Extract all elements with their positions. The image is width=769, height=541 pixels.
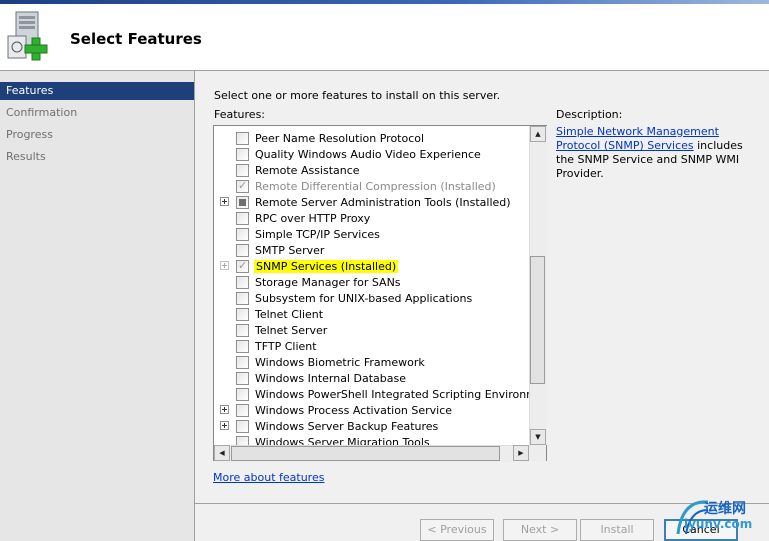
- feature-checkbox[interactable]: [236, 244, 249, 257]
- scroll-up-button[interactable]: ▲: [530, 126, 546, 142]
- features-tree[interactable]: Peer Name Resolution Protocol Quality Win…: [213, 125, 547, 461]
- description-label: Description:: [556, 108, 623, 121]
- wizard-nav: Features Confirmation Progress Results: [0, 71, 195, 541]
- feature-label: Remote Server Administration Tools (Inst…: [255, 196, 511, 209]
- feature-label: Remote Differential Compression (Install…: [255, 180, 496, 193]
- feature-checkbox[interactable]: [236, 148, 249, 161]
- instruction-text: Select one or more features to install o…: [214, 89, 501, 102]
- feature-checkbox[interactable]: [236, 259, 249, 273]
- feature-row[interactable]: Remote Differential Compression (Install…: [214, 178, 530, 194]
- feature-label: Quality Windows Audio Video Experience: [255, 148, 481, 161]
- feature-checkbox[interactable]: [236, 404, 249, 417]
- feature-checkbox[interactable]: [236, 212, 249, 225]
- feature-label: Windows Server Backup Features: [255, 420, 439, 433]
- feature-row[interactable]: RPC over HTTP Proxy: [214, 210, 530, 226]
- expand-icon[interactable]: [220, 261, 229, 270]
- horizontal-scroll-thumb[interactable]: [231, 446, 500, 461]
- feature-label: SMTP Server: [255, 244, 325, 257]
- feature-checkbox[interactable]: [236, 228, 249, 241]
- feature-row[interactable]: Telnet Client: [214, 306, 530, 322]
- wizard-header: Select Features: [0, 4, 769, 70]
- feature-label: Windows PowerShell Integrated Scripting …: [255, 388, 547, 401]
- feature-row[interactable]: Peer Name Resolution Protocol: [214, 130, 530, 146]
- feature-row[interactable]: Subsystem for UNIX-based Applications: [214, 290, 530, 306]
- feature-label: SNMP Services (Installed): [254, 260, 399, 273]
- feature-checkbox[interactable]: [236, 292, 249, 305]
- feature-checkbox[interactable]: [236, 196, 249, 209]
- feature-label: Subsystem for UNIX-based Applications: [255, 292, 473, 305]
- feature-row[interactable]: Windows Server Backup Features: [214, 418, 530, 434]
- server-add-icon: [7, 11, 48, 61]
- feature-label: Remote Assistance: [255, 164, 360, 177]
- feature-checkbox[interactable]: [236, 340, 249, 353]
- feature-label: Storage Manager for SANs: [255, 276, 401, 289]
- feature-label: Windows Internal Database: [255, 372, 406, 385]
- feature-checkbox[interactable]: [236, 179, 249, 193]
- next-button[interactable]: Next >: [503, 519, 577, 541]
- feature-checkbox[interactable]: [236, 276, 249, 289]
- feature-row[interactable]: Simple TCP/IP Services: [214, 226, 530, 242]
- vertical-scroll-thumb[interactable]: [530, 256, 545, 384]
- feature-checkbox[interactable]: [236, 388, 249, 401]
- feature-row[interactable]: Telnet Server: [214, 322, 530, 338]
- feature-label: Telnet Server: [255, 324, 328, 337]
- feature-row[interactable]: Windows Internal Database: [214, 370, 530, 386]
- install-button[interactable]: Install: [580, 519, 654, 541]
- feature-row[interactable]: Remote Assistance: [214, 162, 530, 178]
- nav-item-features[interactable]: Features: [0, 82, 194, 100]
- feature-row[interactable]: TFTP Client: [214, 338, 530, 354]
- watermark-text-cn: 运维网: [704, 501, 746, 517]
- feature-row[interactable]: Storage Manager for SANs: [214, 274, 530, 290]
- description-text: Simple Network Management Protocol (SNMP…: [556, 125, 761, 181]
- scroll-right-button[interactable]: ▶: [513, 445, 529, 461]
- features-label: Features:: [214, 108, 266, 121]
- page-title: Select Features: [70, 30, 202, 48]
- feature-checkbox[interactable]: [236, 164, 249, 177]
- expand-icon[interactable]: [220, 421, 229, 430]
- feature-checkbox[interactable]: [236, 372, 249, 385]
- feature-checkbox[interactable]: [236, 356, 249, 369]
- watermark-text-url: iyunv.com: [684, 517, 753, 531]
- feature-checkbox[interactable]: [236, 308, 249, 321]
- scrollbar-corner: [529, 445, 546, 461]
- expand-icon[interactable]: [220, 197, 229, 206]
- feature-row[interactable]: Windows Biometric Framework: [214, 354, 530, 370]
- feature-label: TFTP Client: [255, 340, 317, 353]
- nav-item-confirmation: Confirmation: [6, 106, 78, 119]
- feature-label: Peer Name Resolution Protocol: [255, 132, 425, 145]
- scroll-left-button[interactable]: ◀: [214, 445, 230, 461]
- previous-button[interactable]: < Previous: [420, 519, 494, 541]
- more-about-features-link[interactable]: More about features: [213, 471, 324, 484]
- feature-label: Windows Process Activation Service: [255, 404, 453, 417]
- feature-row[interactable]: SMTP Server: [214, 242, 530, 258]
- scroll-down-button[interactable]: ▼: [530, 429, 546, 445]
- feature-label: RPC over HTTP Proxy: [255, 212, 371, 225]
- feature-row[interactable]: Remote Server Administration Tools (Inst…: [214, 194, 530, 210]
- feature-row[interactable]: Windows Process Activation Service: [214, 402, 530, 418]
- feature-label: Telnet Client: [255, 308, 324, 321]
- feature-checkbox[interactable]: [236, 132, 249, 145]
- feature-row[interactable]: Windows PowerShell Integrated Scripting …: [214, 386, 546, 402]
- feature-checkbox[interactable]: [236, 324, 249, 337]
- feature-row[interactable]: SNMP Services (Installed): [214, 258, 530, 274]
- feature-checkbox[interactable]: [236, 420, 249, 433]
- feature-row[interactable]: Quality Windows Audio Video Experience: [214, 146, 530, 162]
- feature-label: Simple TCP/IP Services: [255, 228, 380, 241]
- expand-icon[interactable]: [220, 405, 229, 414]
- nav-item-progress: Progress: [6, 128, 53, 141]
- nav-item-results: Results: [6, 150, 46, 163]
- feature-label: Windows Biometric Framework: [255, 356, 425, 369]
